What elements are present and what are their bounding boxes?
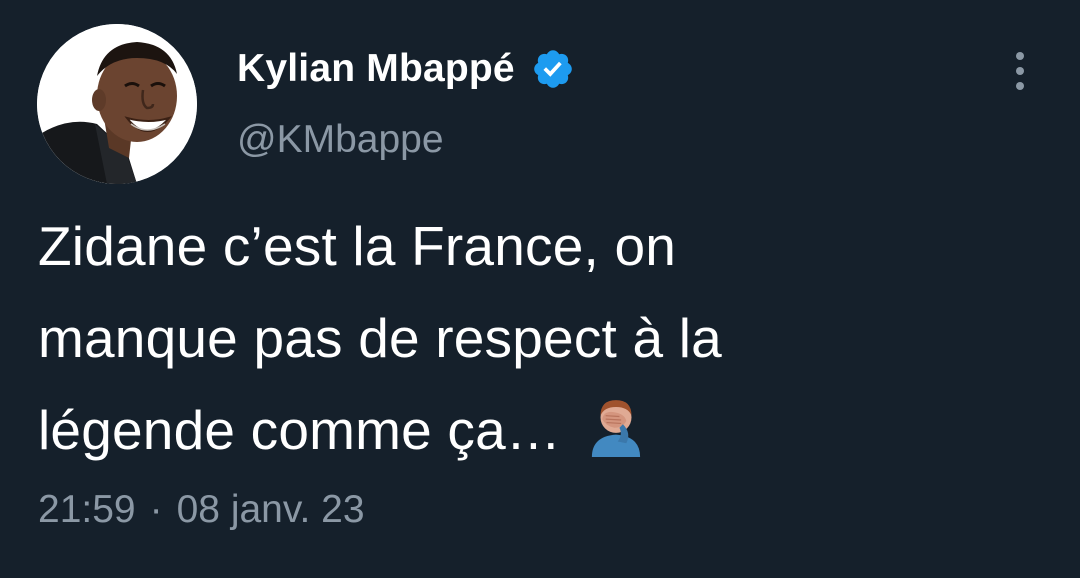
man-facepalming-icon	[585, 392, 647, 457]
tweet-timestamp[interactable]: 21:59 · 08 janv. 23	[38, 488, 365, 532]
avatar-photo	[37, 24, 197, 184]
meta-separator: ·	[149, 488, 163, 531]
tweet-time: 21:59	[38, 488, 136, 531]
more-dot	[1016, 52, 1024, 60]
tweet-date: 08 janv. 23	[176, 488, 365, 531]
more-vertical-icon[interactable]	[1004, 48, 1036, 94]
more-dot	[1016, 67, 1024, 75]
author-handle[interactable]: @KMbappe	[237, 118, 444, 162]
more-dot	[1016, 82, 1024, 90]
verified-badge-icon	[531, 47, 575, 91]
author-name-row: Kylian Mbappé	[237, 44, 575, 94]
tweet-card: Kylian Mbappé @KMbappe Zidane c’est la F…	[0, 0, 1080, 578]
avatar[interactable]	[37, 24, 197, 184]
tweet-text: Zidane c’est la France, on manque pas de…	[38, 200, 1048, 476]
display-name[interactable]: Kylian Mbappé	[237, 47, 515, 91]
